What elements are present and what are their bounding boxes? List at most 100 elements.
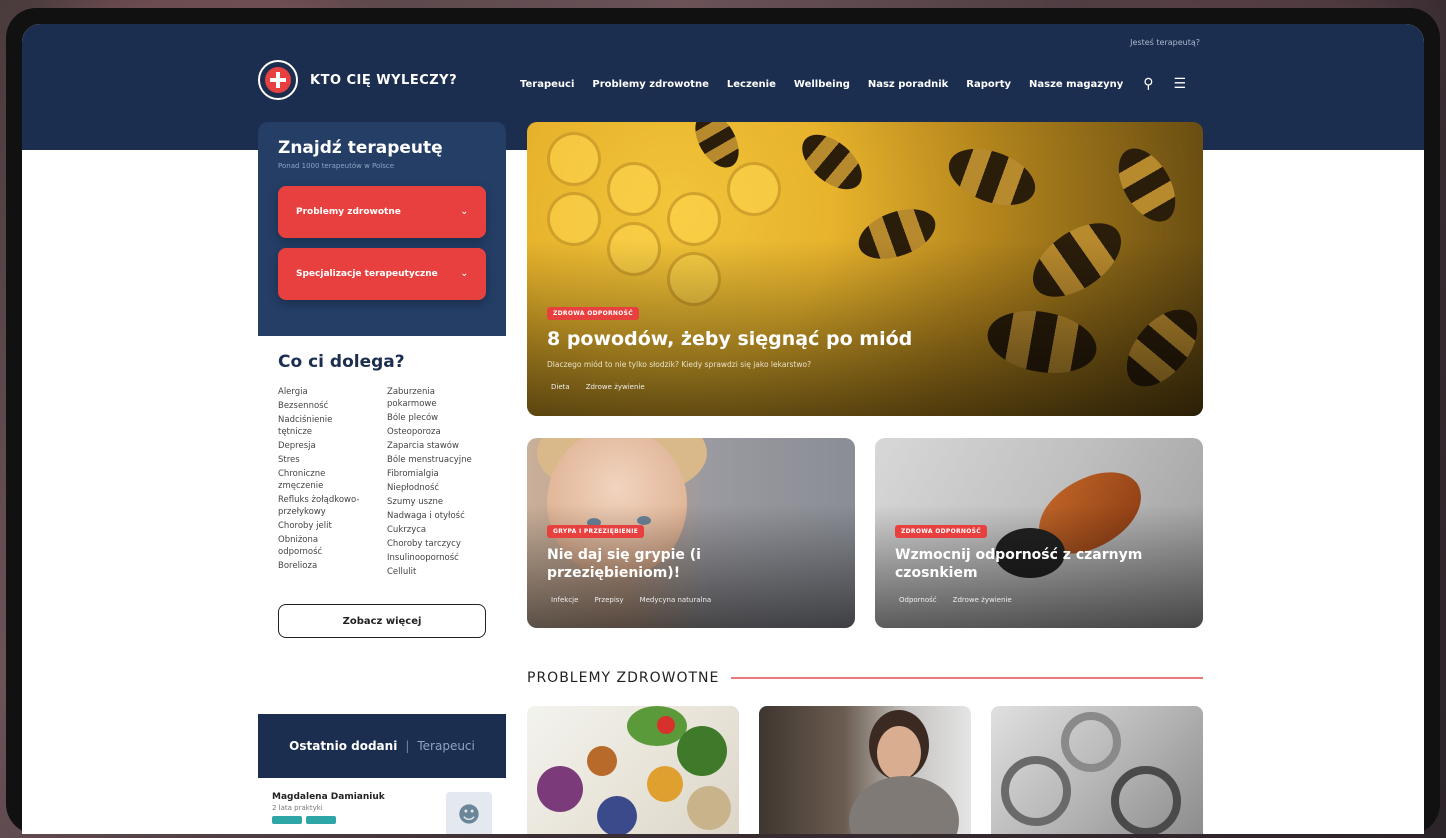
therapist-card[interactable]: Magdalena Damianiuk 2 lata praktyki ☻ xyxy=(258,778,506,834)
ailment-link[interactable]: Szumy uszne xyxy=(387,496,486,508)
ailment-link[interactable]: Insulinooporność xyxy=(387,552,486,564)
thumbnail-card[interactable] xyxy=(991,706,1203,834)
thumbnail-card[interactable] xyxy=(759,706,971,834)
nav-wellbeing[interactable]: Wellbeing xyxy=(794,79,850,90)
tag-chip[interactable]: Medycyna naturalna xyxy=(636,594,716,606)
card-content: GRYPA I PRZEZIĘBIENIE Nie daj się grypie… xyxy=(547,518,837,606)
recently-added-header: Ostatnio dodani | Terapeuci xyxy=(258,714,506,778)
health-problems-section-header: PROBLEMY ZDROWOTNE xyxy=(527,670,1203,686)
equipment-shape xyxy=(1061,712,1121,772)
logo-text: KTO CIĘ WYLECZY? xyxy=(310,72,458,88)
nav-terapeuci[interactable]: Terapeuci xyxy=(520,79,574,90)
nav-raporty[interactable]: Raporty xyxy=(966,79,1011,90)
food-shape xyxy=(597,796,637,834)
chevron-down-icon: ⌄ xyxy=(460,269,468,279)
category-badge[interactable]: ZDROWA ODPORNOŚĆ xyxy=(547,307,639,320)
food-shape xyxy=(687,786,731,830)
site-logo[interactable]: KTO CIĘ WYLECZY? xyxy=(258,60,457,100)
finder-title: Znajdź terapeutę xyxy=(278,138,443,158)
ailments-title: Co ci dolega? xyxy=(278,352,405,372)
tag-chip[interactable]: Zdrowe żywienie xyxy=(582,381,649,393)
card-content: ZDROWA ODPORNOŚĆ Wzmocnij odporność z cz… xyxy=(895,518,1185,606)
ailments-col-1: Alergia Bezsenność Nadciśnienie tętnicze… xyxy=(278,386,377,580)
chevron-down-icon: ⌄ xyxy=(460,207,468,217)
article-card-garlic[interactable]: ZDROWA ODPORNOŚĆ Wzmocnij odporność z cz… xyxy=(875,438,1203,628)
category-badge[interactable]: ZDROWA ODPORNOŚĆ xyxy=(895,525,987,538)
hamburger-icon[interactable]: ☰ xyxy=(1174,76,1187,92)
ailment-link[interactable]: Cukrzyca xyxy=(387,524,486,536)
ailment-link[interactable]: Zaparcia stawów xyxy=(387,440,486,452)
nav-problemy-zdrowotne[interactable]: Problemy zdrowotne xyxy=(592,79,709,90)
ailment-link[interactable]: Niepłodność xyxy=(387,482,486,494)
ailment-link[interactable]: Alergia xyxy=(278,386,377,398)
specializations-dropdown[interactable]: Specjalizacje terapeutyczne ⌄ xyxy=(278,248,486,300)
tag-chip[interactable]: Zdrowe żywienie xyxy=(949,594,1016,606)
thumbnail-card[interactable] xyxy=(527,706,739,834)
ailment-link[interactable]: Bóle pleców xyxy=(387,412,486,424)
tag-chip[interactable]: Infekcje xyxy=(547,594,582,606)
nav-nasze-magazyny[interactable]: Nasze magazyny xyxy=(1029,79,1123,90)
food-shape xyxy=(537,766,583,812)
tag-badge xyxy=(272,816,302,824)
ailment-link[interactable]: Refluks żołądkowo- xyxy=(278,494,377,506)
health-problems-dropdown[interactable]: Problemy zdrowotne ⌄ xyxy=(278,186,486,238)
ailment-link[interactable]: Stres xyxy=(278,454,377,466)
tag-chip[interactable]: Odporność xyxy=(895,594,941,606)
browser-viewport: Jesteś terapeutą? KTO CIĘ WYLECZY? Terap… xyxy=(22,24,1424,834)
therapist-finder: Znajdź terapeutę Ponad 1000 terapeutów w… xyxy=(258,122,506,336)
category-badge[interactable]: GRYPA I PRZEZIĘBIENIE xyxy=(547,525,645,538)
article-card-flu[interactable]: GRYPA I PRZEZIĘBIENIE Nie daj się grypie… xyxy=(527,438,855,628)
ailment-link[interactable]: Chroniczne xyxy=(278,468,377,480)
ailment-link[interactable]: Depresja xyxy=(278,440,377,452)
hero-description: Dlaczego miód to nie tylko słodzik? Kied… xyxy=(547,360,812,369)
ailment-link[interactable]: Choroby jelit xyxy=(278,520,377,532)
section-title[interactable]: PROBLEMY ZDROWOTNE xyxy=(527,670,719,686)
card-tags: Odporność Zdrowe żywienie xyxy=(895,594,1185,606)
person-face-shape xyxy=(877,726,921,780)
tag-badge xyxy=(306,816,336,824)
ailment-link[interactable]: Choroby tarczycy xyxy=(387,538,486,550)
ailments-col-2: Zaburzenia pokarmowe Bóle pleców Osteopo… xyxy=(387,386,486,580)
hero-title[interactable]: 8 powodów, żeby sięgnąć po miód xyxy=(547,328,1147,350)
ailment-link[interactable]: zmęczenie xyxy=(278,480,377,492)
therapist-link[interactable]: Jesteś terapeutą? xyxy=(1130,38,1200,47)
ailment-link[interactable]: Nadciśnienie xyxy=(278,414,377,426)
dropdown-label: Problemy zdrowotne xyxy=(296,207,401,217)
ailment-link[interactable]: Bóle menstruacyjne xyxy=(387,454,486,466)
recent-tab-active[interactable]: Ostatnio dodani xyxy=(289,739,397,753)
food-shape xyxy=(647,766,683,802)
ailment-link[interactable]: Osteoporoza xyxy=(387,426,486,438)
nav-leczenie[interactable]: Leczenie xyxy=(727,79,776,90)
logo-cross-icon xyxy=(258,60,298,100)
recent-tab-therapists[interactable]: Terapeuci xyxy=(417,739,475,753)
ailment-link[interactable]: przełykowy xyxy=(278,506,377,518)
dropdown-label: Specjalizacje terapeutyczne xyxy=(296,269,438,279)
ailment-link[interactable]: odporność xyxy=(278,546,377,558)
ailment-link[interactable]: tętnicze xyxy=(278,426,377,438)
ailment-link[interactable]: Fibromialgia xyxy=(387,468,486,480)
tag-chip[interactable]: Dieta xyxy=(547,381,574,393)
person-body-shape xyxy=(849,776,959,834)
card-title[interactable]: Nie daj się grypie (i przeziębieniom)! xyxy=(547,546,837,582)
section-divider xyxy=(731,677,1203,679)
ailment-link[interactable]: Cellulit xyxy=(387,566,486,578)
ailment-link[interactable]: Bezsenność xyxy=(278,400,377,412)
ailments-panel: Co ci dolega? Alergia Bezsenność Nadciśn… xyxy=(258,336,506,714)
see-more-button[interactable]: Zobacz więcej xyxy=(278,604,486,638)
equipment-shape xyxy=(1001,756,1071,826)
search-icon[interactable]: ⚲ xyxy=(1143,76,1153,92)
card-tags: Infekcje Przepisy Medycyna naturalna xyxy=(547,594,837,606)
ailment-link[interactable]: pokarmowe xyxy=(387,398,486,410)
hero-article[interactable]: ZDROWA ODPORNOŚĆ 8 powodów, żeby sięgnąć… xyxy=(527,122,1203,416)
ailment-link[interactable]: Zaburzenia xyxy=(387,386,486,398)
tag-chip[interactable]: Przepisy xyxy=(590,594,627,606)
ailment-link[interactable]: Obniżona xyxy=(278,534,377,546)
nav-nasz-poradnik[interactable]: Nasz poradnik xyxy=(868,79,948,90)
card-title[interactable]: Wzmocnij odporność z czarnym czosnkiem xyxy=(895,546,1185,582)
tablet-frame: Jesteś terapeutą? KTO CIĘ WYLECZY? Terap… xyxy=(6,8,1440,834)
ailment-link[interactable]: Nadwaga i otyłość xyxy=(387,510,486,522)
ailment-link[interactable]: Borelioza xyxy=(278,560,377,572)
avatar: ☻ xyxy=(446,792,492,834)
food-shape xyxy=(657,716,675,734)
food-shape xyxy=(677,726,727,776)
